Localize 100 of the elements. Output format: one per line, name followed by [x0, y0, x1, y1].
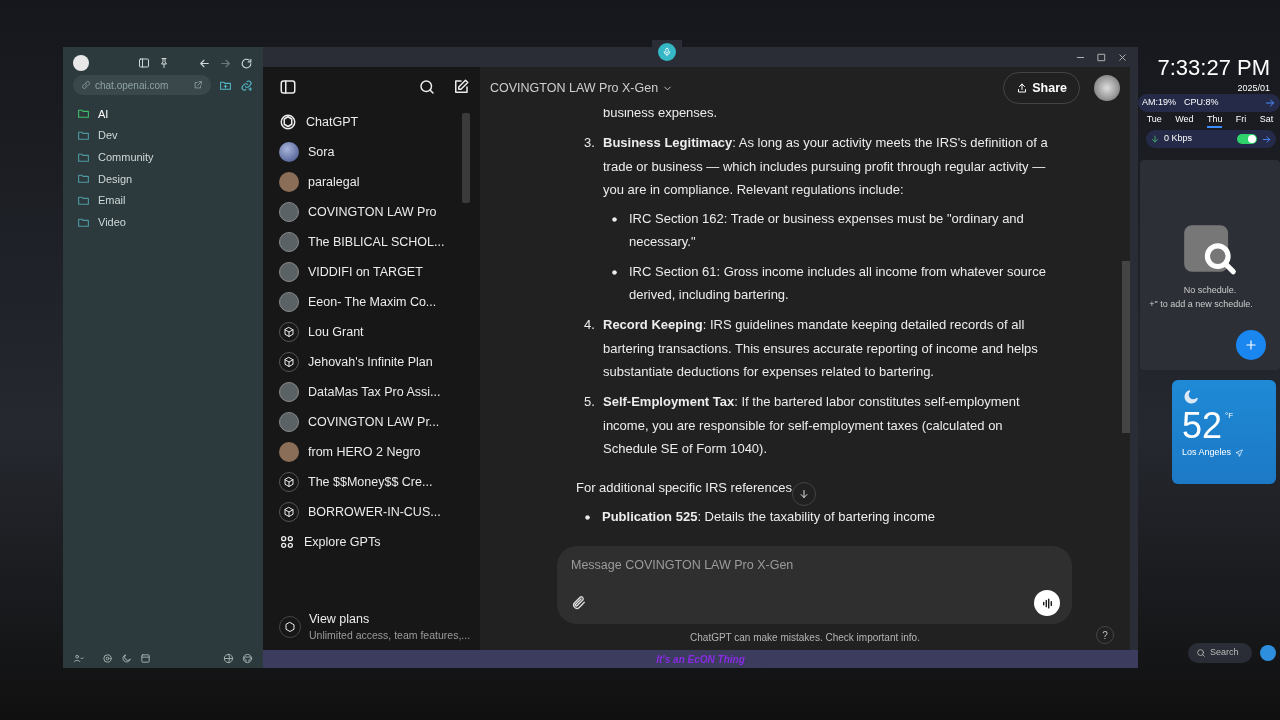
bullet-text: IRC Section 162: Trade or business expenses must be "ordinary and necessary." [629, 210, 1025, 252]
temperature-text: 52 [1182, 406, 1223, 446]
folder-item[interactable]: Design [73, 168, 253, 190]
emblem-avatar [279, 292, 299, 312]
day-tab[interactable]: Thu [1206, 112, 1223, 128]
network-toggle[interactable] [1237, 134, 1257, 144]
emblem-avatar [279, 262, 299, 282]
gpt-item[interactable]: DataMas Tax Pro Assi... [279, 377, 458, 407]
url-field[interactable]: chat.openai.com [73, 75, 211, 95]
emblem-avatar [279, 202, 299, 222]
gpt-item[interactable]: from HERO 2 Negro [279, 437, 458, 467]
search-icon[interactable] [418, 78, 436, 96]
people-icon[interactable] [73, 653, 84, 664]
voice-button[interactable] [1034, 590, 1060, 616]
sphere-avatar [279, 142, 299, 162]
paperclip-icon [571, 595, 587, 611]
pin-icon[interactable] [158, 57, 170, 69]
day-tab[interactable]: Tue [1146, 112, 1162, 128]
folder-item[interactable]: AI [73, 103, 253, 125]
bullet-icon [612, 217, 617, 223]
arrow-right-icon[interactable] [1264, 96, 1276, 109]
folder-icon [77, 194, 90, 208]
message-input[interactable]: Message COVINGTON LAW Pro X-Gen [557, 546, 1072, 624]
microphone-icon [662, 47, 672, 57]
scrollbar-thumb[interactable] [1122, 261, 1130, 433]
settings-icon[interactable] [102, 653, 113, 664]
maximize-icon[interactable] [1096, 51, 1107, 63]
edit-icon[interactable] [452, 78, 470, 96]
date-text: 2025/01 [1236, 82, 1271, 95]
day-tab[interactable]: Wed [1175, 112, 1194, 128]
close-icon[interactable] [1117, 51, 1128, 63]
folder-icon [77, 129, 90, 143]
scroll-down-button[interactable] [792, 482, 816, 506]
gpt-item[interactable]: Lou Grant [279, 317, 458, 347]
reload-icon[interactable] [240, 56, 253, 70]
gpt-item[interactable]: paralegal [279, 167, 458, 197]
cube-icon [283, 356, 295, 368]
schedule-hint-text: +" to add a new schedule. [1149, 297, 1253, 311]
view-plans-link[interactable]: View plans Unlimited access, team features,... [279, 609, 470, 644]
search-field[interactable]: Search [1188, 643, 1252, 663]
globe-icon[interactable] [223, 653, 234, 664]
moon-icon [1182, 388, 1200, 406]
list-item-text: Self-Employment Tax: If the bartered labor constitutes self-employment income, you are responsible for self-employment taxes (calculated on Schedule SE of Form 1040). [603, 393, 1021, 458]
empty-schedule-text: No schedule. [1183, 284, 1237, 297]
emblem-avatar [279, 412, 299, 432]
plus-icon [1244, 338, 1258, 352]
gpt-item[interactable]: COVINGTON LAW Pro [279, 197, 458, 227]
temperature-unit: °F [1225, 410, 1234, 422]
add-button[interactable] [1236, 330, 1266, 360]
cube-icon [283, 476, 295, 488]
arrow-right-icon[interactable] [1261, 133, 1272, 145]
scrollbar-thumb[interactable] [462, 113, 470, 203]
cube-icon [283, 326, 295, 338]
gpt-item[interactable]: VIDDIFI on TARGET [279, 257, 458, 287]
list-number: 3. [584, 134, 596, 153]
photo-placeholder [279, 442, 299, 462]
sidebar-toggle-icon[interactable] [279, 78, 297, 96]
assistant-icon[interactable] [1260, 645, 1276, 661]
gpt-item[interactable]: COVINGTON LAW Pr... [279, 407, 458, 437]
spiral-logo-icon [279, 113, 297, 131]
external-link-icon [193, 80, 203, 90]
folder-item[interactable]: Video [73, 211, 253, 234]
bullet-text: IRC Section 61: Gross income includes all income from whatever source derived, including bartering. [629, 262, 1047, 305]
day-tab[interactable]: Sat [1259, 112, 1274, 128]
folder-item[interactable]: Email [73, 189, 253, 212]
attach-button[interactable] [571, 595, 587, 611]
bullet-text: Publication 525: Details the taxability of bartering income [602, 508, 936, 527]
add-link-icon[interactable] [240, 78, 253, 92]
folder-icon [77, 107, 90, 121]
message-text: For additional specific IRS references [576, 479, 793, 498]
caption-text: It's an EcON Thing [656, 652, 745, 667]
window-icon[interactable] [140, 653, 151, 664]
sidebar-toggle-icon[interactable] [138, 57, 150, 69]
gpt-item[interactable]: Eeon- The Maxim Co... [279, 287, 458, 317]
network-speed-text: 0 Kbps [1164, 132, 1193, 146]
gpt-item[interactable]: The $$Money$$ Cre... [279, 467, 458, 497]
emblem-avatar [279, 382, 299, 402]
arrow-down-icon [1150, 134, 1160, 144]
emblem-avatar [279, 232, 299, 252]
cube-icon [283, 506, 295, 518]
gpt-item[interactable]: Explore GPTs [279, 527, 458, 557]
folder-item[interactable]: Dev [73, 124, 253, 147]
gpt-item[interactable]: The BIBLICAL SCHOL... [279, 227, 458, 257]
gpt-item[interactable]: Sora [279, 137, 458, 167]
list-number: 5. [584, 393, 596, 412]
bullet-icon [612, 269, 617, 275]
clock-text: 7:33:27 PM [1156, 54, 1271, 82]
gpt-item[interactable]: Jehovah's Infinite Plan [279, 347, 458, 377]
app-logo[interactable] [73, 55, 89, 71]
day-tab[interactable]: Fri [1235, 112, 1247, 128]
model-selector[interactable]: COVINGTON LAW Pro X-Gen [490, 78, 674, 98]
list-number: 4. [584, 316, 596, 335]
gpt-item[interactable]: BORROWER-IN-CUS... [279, 497, 458, 527]
microphone-button[interactable] [658, 43, 676, 61]
moon-icon[interactable] [121, 653, 132, 664]
list-item-text: Record Keeping: IRS guidelines mandate keeping detailed records of all bartering transactions. This ensures accurate reporting of income and helps substantiate deductions for expenses related to bartering. [603, 316, 1039, 381]
folder-item[interactable]: Community [73, 146, 253, 169]
gpt-item[interactable]: ChatGPT [279, 107, 458, 137]
city-text: Los Angeles [1182, 446, 1232, 459]
user-avatar[interactable] [1094, 75, 1120, 101]
